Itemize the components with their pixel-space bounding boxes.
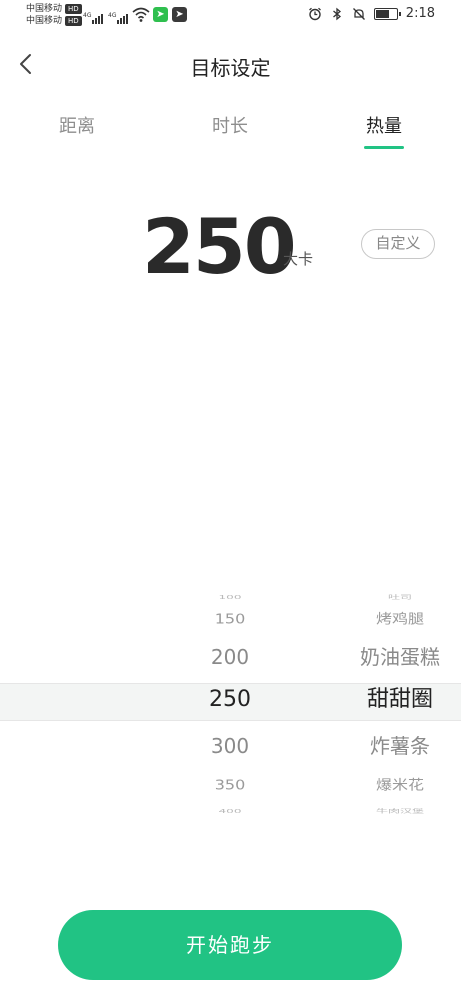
tab-distance[interactable]: 距离 [32,112,122,138]
carrier-name: 中国移动 [26,16,63,26]
mute-icon [352,7,365,20]
value-picker[interactable]: 100 150 200 250 300 350 400 吐司烤鸡腿奶油蛋糕甜甜圈炸薯条爆米花… [0,580,461,820]
carrier-info: 中国移动 HD 中国移动 HD [26,3,82,27]
network-type: 4G [108,12,117,19]
tab-bar: 距离 时长 热量 [0,112,461,156]
page-title: 目标设定 [190,56,271,80]
hd-badge: HD [65,4,82,14]
picker-column-values[interactable]: 100 150 200 250 300 350 400 [180,580,280,820]
picker-food-item[interactable]: 吐司 [330,593,461,601]
bluetooth-icon [332,7,341,20]
tab-calories[interactable]: 热量 [339,112,429,138]
picker-value-item[interactable]: 250 [180,686,280,714]
picker-food-item[interactable]: 爆米花 [330,776,461,795]
picker-value-item[interactable]: 400 [180,807,280,815]
status-right: 2:18 [308,6,435,21]
picker-food-item[interactable]: 炸薯条 [330,733,461,759]
app-icon: ➤ [172,7,187,22]
carrier-name: 中国移动 [26,4,63,14]
picker-value-item[interactable]: 150 [180,610,280,629]
picker-column-foods[interactable]: 吐司烤鸡腿奶油蛋糕甜甜圈炸薯条爆米花牛肉汉堡 [330,580,461,820]
signal-group: 4G 4G [83,6,128,24]
signal-icon: 4G [108,12,128,24]
picker-food-item[interactable]: 牛肉汉堡 [330,807,461,815]
wifi-icon [132,7,150,22]
start-running-button[interactable]: 开始跑步 [58,910,402,980]
picker-food-item[interactable]: 奶油蛋糕 [330,644,461,670]
status-bar: 中国移动 HD 中国移动 HD 4G 4G ➤ ➤ 2:18 [0,0,461,32]
signal-icon: 4G [83,12,103,24]
custom-button[interactable]: 自定义 [361,229,435,259]
target-unit: 大卡 [283,250,314,268]
picker-value-item[interactable]: 350 [180,776,280,795]
picker-food-item[interactable]: 甜甜圈 [330,686,461,714]
hd-badge: HD [65,16,82,26]
alarm-icon [308,7,321,20]
app-icon: ➤ [153,7,168,22]
picker-value-item[interactable]: 100 [180,593,280,601]
network-type: 4G [83,12,92,19]
picker-value-item[interactable]: 200 [180,644,280,670]
active-tab-indicator [364,146,404,149]
status-time: 2:18 [405,6,435,21]
target-value: 250 [142,202,297,291]
picker-value-item[interactable]: 300 [180,733,280,759]
picker-food-item[interactable]: 烤鸡腿 [330,610,461,629]
tab-duration[interactable]: 时长 [185,112,275,138]
battery-icon [373,7,401,20]
